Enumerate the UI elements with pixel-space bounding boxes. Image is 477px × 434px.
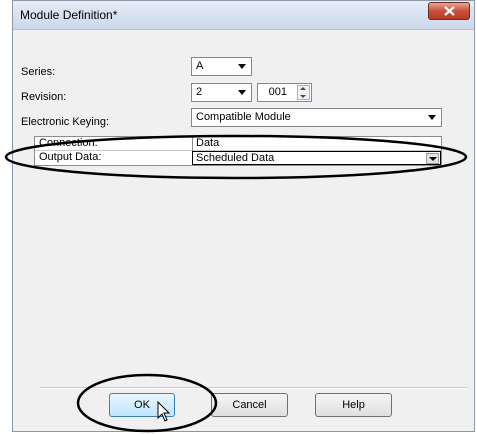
output-data-label: Output Data: (39, 151, 102, 163)
connection-cell[interactable]: Data (192, 137, 441, 151)
chevron-down-icon (238, 64, 246, 69)
grid-row-connection: Connection: Data (35, 137, 441, 151)
revision-label: Revision: (21, 91, 67, 103)
chevron-down-icon (238, 90, 246, 95)
chevron-down-icon[interactable] (426, 153, 439, 164)
close-icon (444, 6, 455, 16)
electronic-keying-value: Compatible Module (196, 111, 291, 123)
revision-major-value: 2 (196, 86, 203, 98)
title-bar: Module Definition* (13, 1, 474, 30)
mouse-pointer-icon (157, 401, 171, 422)
module-definition-dialog: Module Definition* Series: A Revision: 2… (12, 0, 475, 432)
cancel-button[interactable]: Cancel (211, 393, 288, 417)
button-separator (40, 387, 467, 389)
chevron-down-icon (428, 115, 436, 120)
revision-minor-value: 001 (268, 86, 287, 98)
revision-minor-spinner[interactable]: 001 (257, 83, 312, 102)
revision-major-dropdown[interactable]: 2 (191, 83, 252, 102)
electronic-keying-label: Electronic Keying: (21, 116, 110, 128)
series-value: A (196, 60, 204, 72)
electronic-keying-dropdown[interactable]: Compatible Module (191, 108, 442, 127)
connection-grid: Connection: Data Output Data: Scheduled … (34, 136, 442, 166)
dialog-title: Module Definition* (20, 8, 118, 22)
series-label: Series: (21, 66, 56, 78)
series-dropdown[interactable]: A (191, 57, 252, 76)
output-data-value: Scheduled Data (196, 152, 275, 164)
spin-arrows-icon[interactable] (297, 85, 310, 100)
output-data-dropdown[interactable]: Scheduled Data (192, 151, 441, 165)
help-button[interactable]: Help (315, 393, 392, 417)
grid-row-output-data: Output Data: Scheduled Data (35, 151, 441, 165)
connection-label: Connection: (39, 137, 98, 149)
connection-value: Data (196, 137, 220, 149)
close-button[interactable] (428, 2, 470, 20)
